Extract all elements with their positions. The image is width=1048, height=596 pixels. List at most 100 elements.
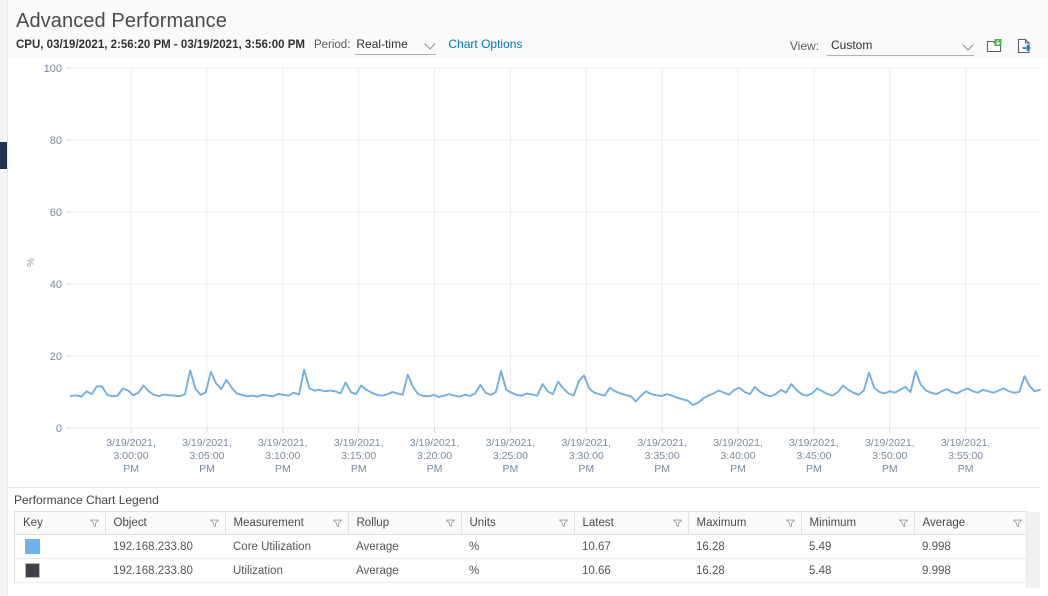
legend-column-header[interactable]: Object <box>105 512 226 535</box>
chevron-down-icon <box>424 38 437 50</box>
x-axis-tick-label: 3/19/2021, <box>182 437 232 449</box>
x-axis-tick-label: 3:30:00 <box>569 450 604 462</box>
legend-column-label: Measurement <box>233 517 304 529</box>
chart-series-line <box>70 368 1041 406</box>
x-axis-tick-label: 3:40:00 <box>721 450 756 462</box>
x-axis-tick-label: 3:50:00 <box>872 450 907 462</box>
legend-column-header[interactable]: Minimum <box>801 512 915 535</box>
x-axis-tick-label: 3/19/2021, <box>410 437 460 449</box>
legend-column-header[interactable]: Maximum <box>688 512 802 535</box>
legend-table-container: Key Object Measurement Rollup Units Latest Max… <box>14 511 1040 588</box>
legend-table-row[interactable]: 192.168.233.80 Core Utilization Average% 10… <box>15 534 1028 559</box>
legend-column-header[interactable]: Latest <box>574 512 689 535</box>
y-axis-tick-label: 80 <box>50 135 62 147</box>
legend-column-label: Units <box>469 517 496 529</box>
x-axis-tick-label: PM <box>578 463 594 475</box>
x-axis-tick-label: 3/19/2021, <box>106 437 156 449</box>
x-axis-tick-label: 3:35:00 <box>645 450 680 462</box>
x-axis-tick-label: 3/19/2021, <box>789 437 839 449</box>
legend-column-header[interactable]: Units <box>461 512 575 535</box>
legend-title: Performance Chart Legend <box>14 493 159 507</box>
y-axis-tick-label: 20 <box>50 351 62 363</box>
y-axis-tick-label: 100 <box>44 63 62 75</box>
x-axis-tick-label: 3/19/2021, <box>334 437 384 449</box>
x-axis-tick-label: PM <box>123 463 139 475</box>
y-axis-title: % <box>26 258 37 267</box>
legend-rollup-cell: Average <box>348 534 461 559</box>
legend-table-header-row: Key Object Measurement Rollup Units Latest Max… <box>15 512 1028 535</box>
x-axis-tick-label: PM <box>882 463 898 475</box>
chart-options-link[interactable]: Chart Options <box>448 37 522 51</box>
x-axis-tick-label: 3:45:00 <box>796 450 831 462</box>
filter-funnel-icon[interactable] <box>558 519 568 528</box>
legend-column-label: Minimum <box>809 517 857 529</box>
header-toolbar-right: View: Custom <box>790 36 1034 56</box>
page-scrollbar-thumb[interactable] <box>0 142 7 169</box>
x-axis-tick-label: PM <box>730 463 746 475</box>
filter-funnel-icon[interactable] <box>332 519 342 528</box>
filter-funnel-icon[interactable] <box>898 519 908 528</box>
page-title: Advanced Performance <box>16 10 228 32</box>
performance-chart-legend-panel: Performance Chart Legend Key Object Measur… <box>8 487 1040 596</box>
filter-funnel-icon[interactable] <box>445 519 455 528</box>
legend-table-scrollbar[interactable] <box>1026 512 1040 588</box>
x-axis-tick-label: 3/19/2021, <box>561 437 611 449</box>
legend-average-cell: 9.998 <box>914 534 1028 559</box>
view-value: Custom <box>831 38 873 52</box>
view-label: View: <box>789 39 819 53</box>
x-axis-tick-label: 3/19/2021, <box>865 437 915 449</box>
x-axis-tick-label: 3/19/2021, <box>258 437 308 449</box>
legend-rollup-cell: Average <box>348 558 461 583</box>
y-axis-tick-label: 0 <box>56 423 62 435</box>
x-axis-tick-label: PM <box>958 463 974 475</box>
header-toolbar-left: CPU, 03/19/2021, 2:56:20 PM - 03/19/2021… <box>16 35 522 55</box>
legend-minimum-cell: 5.48 <box>801 558 914 583</box>
legend-minimum-cell: 5.49 <box>801 534 914 559</box>
x-axis-tick-label: PM <box>199 463 215 475</box>
page-scrollbar[interactable] <box>0 0 8 596</box>
x-axis-tick-label: PM <box>351 463 367 475</box>
export-icon[interactable] <box>1014 36 1034 56</box>
x-axis-tick-label: PM <box>275 463 291 475</box>
legend-object-cell: 192.168.233.80 <box>105 534 225 559</box>
filter-funnel-icon[interactable] <box>785 519 795 528</box>
legend-maximum-cell: 16.28 <box>688 558 801 583</box>
advanced-performance-page: Advanced Performance CPU, 03/19/2021, 2:… <box>0 0 1048 596</box>
x-axis-tick-label: PM <box>806 463 822 475</box>
legend-column-header[interactable]: Key <box>15 512 106 535</box>
legend-measurement-cell: Core Utilization <box>225 534 348 559</box>
legend-column-header[interactable]: Rollup <box>348 512 462 535</box>
legend-column-header[interactable]: Measurement <box>225 512 349 535</box>
x-axis-tick-label: PM <box>503 463 519 475</box>
x-axis-tick-label: 3/19/2021, <box>486 437 536 449</box>
chevron-down-icon <box>962 39 974 51</box>
filter-funnel-icon[interactable] <box>89 519 99 528</box>
page-header: Advanced Performance CPU, 03/19/2021, 2:… <box>8 0 1048 60</box>
legend-table-row[interactable]: 192.168.233.80 Utilization Average% 10.66 16… <box>15 558 1028 583</box>
legend-key-cell <box>15 558 105 583</box>
legend-column-header[interactable]: Average <box>914 512 1028 535</box>
period-dropdown[interactable]: Real-time <box>355 35 437 55</box>
x-axis-tick-label: 3:20:00 <box>417 450 452 462</box>
x-axis-tick-label: PM <box>427 463 443 475</box>
performance-chart-svg: 020406080100%3/19/2021,3:00:00PM3/19/202… <box>26 63 1041 475</box>
legend-average-cell: 9.998 <box>914 558 1028 583</box>
time-range-text: CPU, 03/19/2021, 2:56:20 PM - 03/19/2021… <box>16 39 305 51</box>
x-axis-tick-label: 3:10:00 <box>265 450 300 462</box>
filter-funnel-icon[interactable] <box>209 519 219 528</box>
performance-chart: 0 20 40 60 80 100% 3/19/2021, 3:00:00 PM 3/19/202… <box>8 58 1048 483</box>
legend-column-label: Key <box>23 517 43 529</box>
view-dropdown[interactable]: Custom <box>827 36 974 56</box>
x-axis-tick-label: 3:25:00 <box>493 450 528 462</box>
legend-column-label: Object <box>113 517 147 529</box>
series-color-swatch <box>25 563 40 578</box>
filter-funnel-icon[interactable] <box>672 519 682 528</box>
x-axis-tick-label: 3:15:00 <box>341 450 376 462</box>
save-view-icon[interactable] <box>984 36 1004 56</box>
legend-units-cell: % <box>461 558 574 583</box>
legend-units-cell: % <box>461 534 574 559</box>
legend-column-label: Maximum <box>696 517 747 529</box>
legend-column-label: Latest <box>582 517 614 529</box>
filter-funnel-icon[interactable] <box>1013 519 1022 528</box>
legend-object-cell: 192.168.233.80 <box>105 558 225 583</box>
